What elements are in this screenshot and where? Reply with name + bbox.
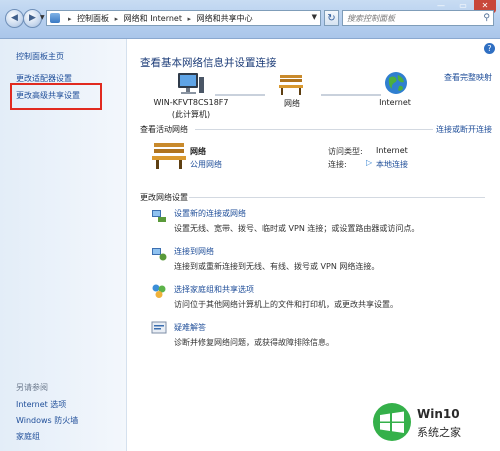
homegroup-link[interactable]: 家庭组 xyxy=(16,431,40,442)
troubleshoot-link[interactable]: 疑难解答 xyxy=(174,322,206,333)
setup-connection-desc: 设置无线、宽带、拨号、临时或 VPN 连接；或设置路由器或访问点。 xyxy=(174,224,420,233)
map-connector-line xyxy=(215,94,265,96)
connect-to-network-desc: 连接到或重新连接到无线、有线、拨号或 VPN 网络连接。 xyxy=(174,262,380,271)
connect-to-network-link[interactable]: 连接到网络 xyxy=(174,246,214,257)
refresh-button[interactable]: ↻ xyxy=(324,10,339,26)
setup-connection-link[interactable]: 设置新的连接或网络 xyxy=(174,208,246,219)
watermark-title: Win10 xyxy=(417,407,460,421)
homegroup-options-desc: 访问位于其他网络计算机上的文件和打印机，或更改共享设置。 xyxy=(174,300,398,309)
troubleshoot-icon xyxy=(151,321,167,334)
connect-network-icon xyxy=(152,248,167,261)
bench-network-icon xyxy=(152,143,186,169)
breadcrumb-control-panel[interactable]: 控制面板 xyxy=(77,14,109,23)
page-title: 查看基本网络信息并设置连接 xyxy=(140,57,277,69)
network-type-link[interactable]: 公用网络 xyxy=(190,159,222,170)
network-setup-icon xyxy=(152,210,166,222)
homegroup-icon xyxy=(152,284,166,298)
highlight-box xyxy=(10,83,102,110)
computer-name: WIN-KFVT8CS18F7 xyxy=(153,98,229,107)
section-divider xyxy=(189,197,485,198)
see-also-heading: 另请参阅 xyxy=(16,383,48,392)
left-navigation-pane: 控制面板主页 更改适配器设置 更改高级共享设置 另请参阅 Internet 选项… xyxy=(0,39,127,451)
address-bar[interactable]: ▸ 控制面板 ▸ 网络和 Internet ▸ 网络和共享中心 ▼ xyxy=(46,10,321,26)
breadcrumb-network-internet[interactable]: 网络和 Internet xyxy=(124,14,182,23)
control-panel-home-link[interactable]: 控制面板主页 xyxy=(16,51,64,62)
connections-label: 连接: xyxy=(328,160,347,169)
win10-logo xyxy=(373,403,411,441)
map-connector-line xyxy=(321,94,381,96)
network-node-label: 网络 xyxy=(284,99,300,108)
address-dropdown-icon[interactable]: ▼ xyxy=(312,13,317,21)
change-settings-heading: 更改网络设置 xyxy=(140,193,188,202)
watermark: Win10 系统之家 xyxy=(372,402,496,446)
address-toolbar: — ▭ ✕ ◀ ▶ ▼ ▸ 控制面板 ▸ 网络和 Internet ▸ 网络和共… xyxy=(0,0,500,39)
watermark-subtitle: 系统之家 xyxy=(417,426,461,439)
troubleshoot-desc: 诊断并修复网络问题，或获得故障排除信息。 xyxy=(174,338,334,347)
breadcrumb-network-sharing-center[interactable]: 网络和共享中心 xyxy=(197,14,253,23)
internet-node-label: Internet xyxy=(379,98,411,107)
view-full-map-link[interactable]: 查看完整映射 xyxy=(444,72,492,83)
back-button[interactable]: ◀ xyxy=(5,9,24,28)
internet-options-link[interactable]: Internet 选项 xyxy=(16,399,66,410)
local-connection-link[interactable]: 本地连接 xyxy=(376,159,408,170)
help-icon[interactable]: ? xyxy=(484,43,495,54)
connect-disconnect-link[interactable]: 连接或断开连接 xyxy=(436,124,492,135)
homegroup-options-link[interactable]: 选择家庭组和共享选项 xyxy=(174,284,254,295)
windows-firewall-link[interactable]: Windows 防火墙 xyxy=(16,415,78,426)
active-networks-heading: 查看活动网络 xyxy=(140,125,188,134)
bench-network-icon xyxy=(279,75,303,95)
connection-signal-icon: ▷ xyxy=(366,158,373,167)
recent-pages-dropdown-icon[interactable]: ▼ xyxy=(40,14,45,21)
computer-icon xyxy=(178,73,204,94)
internet-globe-icon xyxy=(385,72,407,94)
section-divider xyxy=(195,129,433,130)
active-network-name: 网络 xyxy=(190,147,206,156)
access-type-value: Internet xyxy=(376,146,408,155)
access-type-label: 访问类型: xyxy=(328,147,363,156)
main-content: 查看基本网络信息并设置连接 查看完整映射 WIN-KFVT8CS18F7 (此计… xyxy=(127,39,500,451)
search-input[interactable]: 搜索控制面板 ⚲ xyxy=(342,10,494,26)
control-panel-icon xyxy=(50,13,60,23)
search-placeholder: 搜索控制面板 xyxy=(347,14,395,23)
this-computer-label: (此计算机) xyxy=(171,110,211,119)
search-icon[interactable]: ⚲ xyxy=(483,13,490,23)
breadcrumb: ▸ 控制面板 ▸ 网络和 Internet ▸ 网络和共享中心 xyxy=(68,14,253,23)
